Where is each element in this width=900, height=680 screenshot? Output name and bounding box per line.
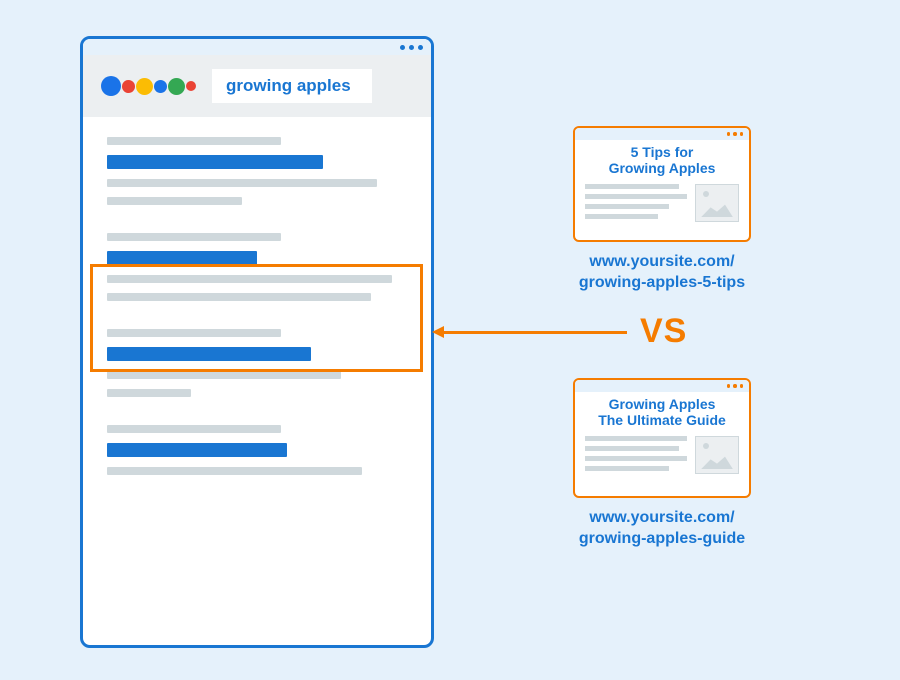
card-body [575, 434, 749, 486]
card-title: Growing Apples The Ultimate Guide [575, 392, 749, 434]
window-control-dot [733, 132, 737, 136]
result-url-placeholder [107, 137, 281, 145]
result-title-placeholder [107, 347, 311, 361]
search-result [107, 425, 407, 475]
url-caption-tips: www.yoursite.com/ growing-apples-5-tips [557, 252, 767, 294]
result-snippet-placeholder [107, 293, 371, 301]
image-placeholder-icon [695, 184, 739, 222]
card-title: 5 Tips for Growing Apples [575, 140, 749, 182]
window-control-dot [727, 132, 731, 136]
image-placeholder-icon [695, 436, 739, 474]
result-title-placeholder [107, 155, 323, 169]
window-control-dot [400, 45, 405, 50]
window-control-dot [733, 384, 737, 388]
result-url-placeholder [107, 329, 281, 337]
result-snippet-placeholder [107, 467, 362, 475]
result-snippet-placeholder [107, 389, 191, 397]
arrow-left-icon [432, 326, 627, 338]
result-url-placeholder [107, 233, 281, 241]
search-input[interactable]: growing apples [212, 69, 372, 103]
window-control-dot [740, 384, 744, 388]
search-result [107, 137, 407, 205]
card-titlebar [575, 128, 749, 140]
window-control-dot [409, 45, 414, 50]
page-card-guide: Growing Apples The Ultimate Guide [573, 378, 751, 498]
search-engine-logo-icon [101, 76, 196, 96]
window-control-dot [740, 132, 744, 136]
search-header: growing apples [83, 55, 431, 117]
card-body [575, 182, 749, 234]
serp-browser-window: growing apples [80, 36, 434, 648]
search-results-list [83, 117, 431, 505]
search-result-highlighted [107, 233, 407, 301]
result-title-placeholder [107, 443, 287, 457]
result-snippet-placeholder [107, 197, 242, 205]
result-snippet-placeholder [107, 275, 392, 283]
browser-titlebar [83, 39, 431, 55]
window-control-dot [727, 384, 731, 388]
card-text-placeholder [585, 184, 687, 224]
result-snippet-placeholder [107, 179, 377, 187]
page-card-tips: 5 Tips for Growing Apples [573, 126, 751, 242]
result-url-placeholder [107, 425, 281, 433]
vs-label: VS [640, 312, 687, 351]
window-control-dot [418, 45, 423, 50]
search-result [107, 329, 407, 397]
card-text-placeholder [585, 436, 687, 476]
url-caption-guide: www.yoursite.com/ growing-apples-guide [557, 508, 767, 550]
card-titlebar [575, 380, 749, 392]
result-snippet-placeholder [107, 371, 341, 379]
result-title-placeholder [107, 251, 257, 265]
